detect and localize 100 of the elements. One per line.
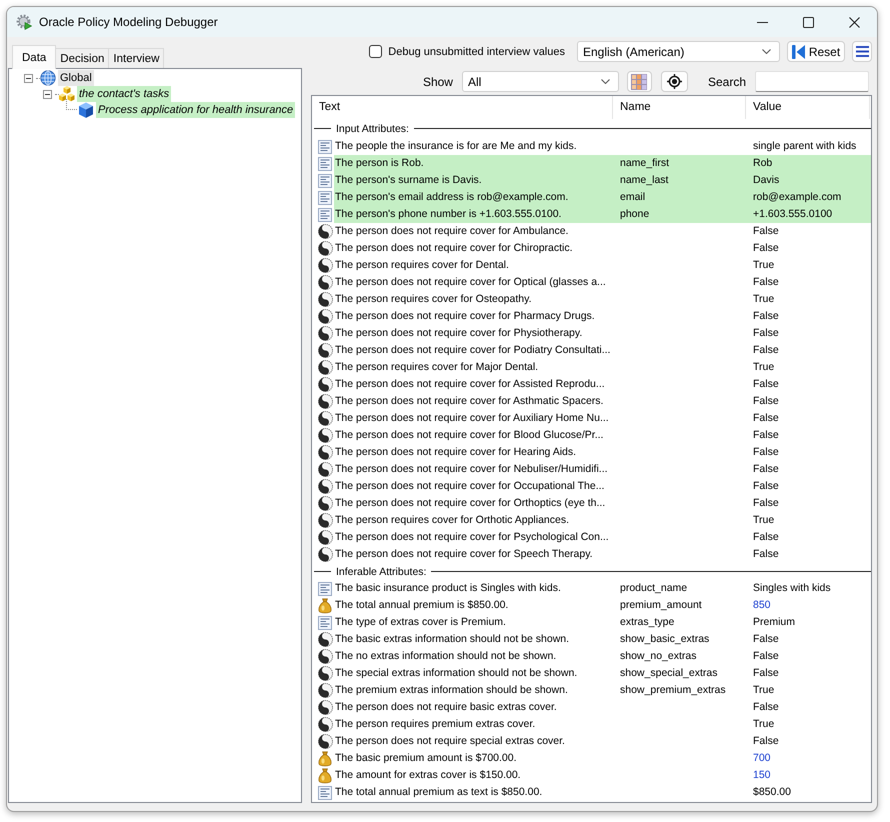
- yin-yang-icon: [318, 411, 333, 426]
- attribute-text: The total annual premium as text is $850.00.: [334, 785, 544, 800]
- checkbox-label[interactable]: Debug unsubmitted interview values: [388, 46, 565, 58]
- tree-item[interactable]: Global: [58, 70, 94, 86]
- attribute-text: The total annual premium is $850.00.: [334, 598, 510, 613]
- yin-yang-icon: [318, 241, 333, 256]
- yin-yang-icon: [318, 700, 333, 715]
- attribute-text: The person does not require cover for Speech Therapy.: [334, 547, 594, 562]
- attribute-value: Premium: [752, 615, 796, 630]
- gear-icon: [16, 14, 32, 30]
- attribute-text: The person does not require cover for Asthmatic Spacers.: [334, 394, 604, 409]
- tree-item[interactable]: the contact's tasks: [77, 86, 172, 102]
- attribute-text: The person requires cover for Orthotic Appliances.: [334, 513, 570, 528]
- yin-yang-icon: [318, 309, 333, 324]
- attribute-text: The person's email address is rob@example.com.: [334, 189, 613, 206]
- collapse-icon[interactable]: [42, 90, 52, 98]
- attribute-value: False: [752, 411, 780, 426]
- text-lines-icon: [318, 140, 332, 154]
- text-lines-icon: [318, 190, 332, 204]
- attribute-text: The person does not require cover for Hearing Aids.: [334, 445, 578, 460]
- menu-button[interactable]: [852, 41, 872, 62]
- yin-yang-icon: [318, 530, 333, 545]
- yin-yang-icon: [318, 224, 333, 239]
- attribute-value: Rob: [746, 155, 871, 172]
- text-lines-icon: [318, 208, 332, 222]
- money-bag-icon: [318, 750, 332, 766]
- attribute-value: False: [752, 530, 780, 545]
- attribute-value: False: [752, 496, 780, 511]
- attribute-text: The person does not require cover for Orthoptics (eye th...: [334, 496, 606, 511]
- attribute-text: The person does not require basic extras cover.: [334, 700, 558, 715]
- attribute-text: The person does not require cover for Physiotherapy.: [334, 326, 584, 341]
- collapse-icon[interactable]: [24, 74, 32, 82]
- chevron-down-icon: [600, 79, 610, 84]
- attribute-value: False: [752, 666, 780, 681]
- attribute-value: False: [752, 700, 780, 715]
- attribute-name: show_premium_extras: [619, 683, 727, 698]
- attribute-text: The basic insurance product is Singles with kids.: [334, 581, 562, 596]
- attribute-value: False: [752, 275, 780, 290]
- skip-back-icon: [792, 44, 805, 58]
- attribute-text: The special extras information should not be shown.: [334, 666, 578, 681]
- attribute-text: The person requires cover for Dental.: [334, 258, 510, 273]
- show-dropdown[interactable]: All: [462, 71, 619, 92]
- yin-yang-icon: [318, 275, 333, 290]
- attribute-value: $850.00: [752, 785, 792, 800]
- yin-yang-icon: [318, 734, 333, 749]
- yin-yang-icon: [318, 343, 333, 358]
- globe-icon: [40, 70, 56, 86]
- attribute-value: False: [752, 547, 780, 562]
- yin-yang-icon: [318, 377, 333, 392]
- attribute-value: True: [752, 258, 776, 273]
- attribute-name: phone: [613, 206, 746, 223]
- text-lines-icon: [318, 616, 332, 630]
- attribute-name: show_no_extras: [619, 649, 698, 664]
- attribute-value: False: [752, 394, 780, 409]
- yin-yang-icon: [318, 326, 333, 341]
- attribute-value: False: [752, 479, 780, 494]
- yin-yang-icon: [318, 445, 333, 460]
- column-header[interactable]: Name: [613, 96, 746, 119]
- show-label: Show: [422, 74, 453, 88]
- attribute-text: The no extras information should not be shown.: [334, 649, 558, 664]
- attribute-text: The person does not require special extras cover.: [334, 734, 566, 749]
- attribute-text: The person is Rob.: [334, 155, 613, 172]
- search-field[interactable]: [755, 71, 869, 92]
- column-header[interactable]: Value: [746, 96, 870, 119]
- checkbox[interactable]: [369, 45, 382, 58]
- attribute-value: True: [752, 717, 776, 732]
- attribute-text: The person does not require cover for Podiatry Consultati...: [334, 343, 612, 358]
- attribute-value: False: [752, 343, 780, 358]
- attribute-value: True: [752, 292, 776, 307]
- attribute-value: False: [752, 309, 780, 324]
- tree-item[interactable]: Process application for health insurance: [96, 102, 296, 118]
- attribute-value: False: [752, 445, 780, 460]
- attribute-text: The premium extras information should be shown.: [334, 683, 569, 698]
- reset-button[interactable]: Reset: [787, 41, 845, 62]
- yin-yang-icon: [318, 666, 333, 681]
- yin-yang-icon: [318, 513, 333, 528]
- attribute-text: The person's phone number is +1.603.555.0100.: [334, 206, 613, 223]
- attribute-value: 150: [752, 768, 772, 783]
- column-header[interactable]: Text: [312, 96, 613, 119]
- attribute-value: False: [752, 734, 780, 749]
- attribute-value: False: [752, 224, 780, 239]
- attribute-text: The person does not require cover for Psychological Con...: [334, 530, 610, 545]
- text-lines-icon: [318, 174, 332, 188]
- attribute-text: The person does not require cover for Pharmacy Drugs.: [334, 309, 596, 324]
- close-icon: [848, 16, 860, 28]
- attribute-value: False: [752, 326, 780, 341]
- target-button[interactable]: [660, 71, 688, 92]
- attribute-value: True: [752, 683, 776, 698]
- yin-yang-icon: [318, 394, 333, 409]
- yin-yang-icon: [318, 632, 333, 647]
- language-dropdown[interactable]: English (American): [577, 41, 780, 62]
- attribute-name: product_name: [619, 581, 688, 596]
- grid-button[interactable]: [626, 71, 652, 92]
- text-lines-icon: [318, 156, 332, 170]
- tab[interactable]: Data: [12, 45, 56, 69]
- tab[interactable]: Interview: [108, 48, 164, 68]
- attribute-text: The person does not require cover for Assisted Reprodu...: [334, 377, 606, 392]
- attribute-text: The basic extras information should not be shown.: [334, 632, 570, 647]
- attribute-name: name_last: [613, 172, 746, 189]
- attribute-name: premium_amount: [619, 598, 703, 613]
